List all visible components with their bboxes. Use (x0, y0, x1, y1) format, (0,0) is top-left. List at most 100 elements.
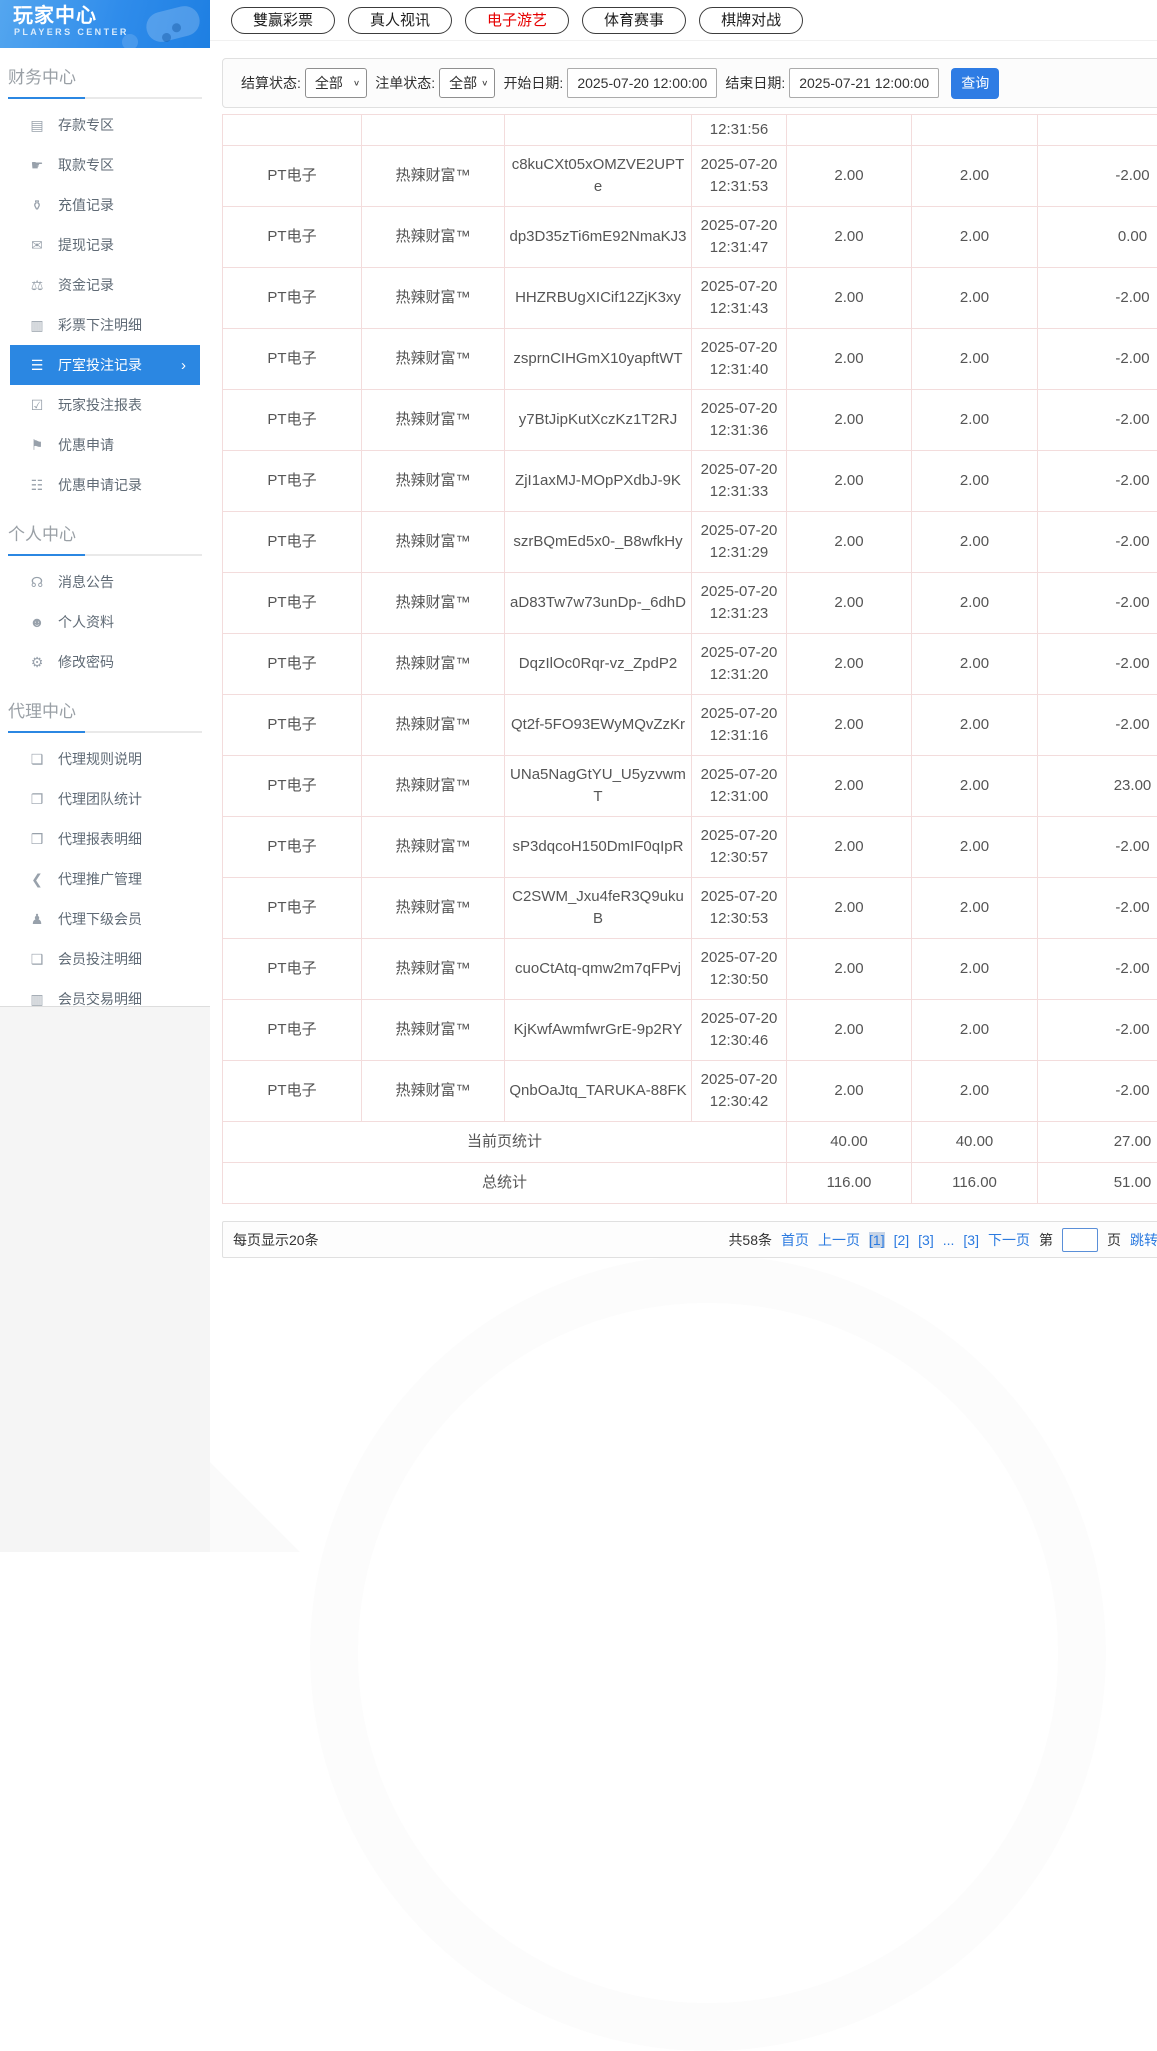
sidebar-item[interactable]: ☑ 玩家投注报表 (0, 385, 210, 425)
agent-report-details-icon: ❒ (28, 831, 46, 848)
cell-valid-amount: 2.00 (912, 878, 1038, 939)
table-row: PT电子 热辣财富™ cuoCtAtq-qmw2m7qFPvj 2025-07-… (223, 939, 1157, 1000)
sidebar-item[interactable]: ❮ 代理推广管理 (0, 859, 210, 899)
order-status-value: 全部 (449, 73, 477, 93)
jump-button[interactable]: 跳转 (1130, 1230, 1157, 1250)
cell-valid-amount: 2.00 (912, 1061, 1038, 1122)
cell-platform: PT电子 (223, 878, 362, 939)
lottery-bet-details-icon: ▥ (28, 317, 46, 334)
cell-valid-amount: 2.00 (912, 329, 1038, 390)
cell-winloss: -2.00 (1038, 878, 1157, 939)
sidebar-item[interactable]: ⚱ 充值记录 (0, 185, 210, 225)
sidebar-item[interactable]: ❐ 代理团队统计 (0, 779, 210, 819)
jump-page-input[interactable] (1062, 1228, 1098, 1252)
first-page-link[interactable]: 首页 (781, 1230, 809, 1250)
sidebar-item-label: 代理下级会员 (58, 909, 142, 929)
sidebar-item-label: 个人资料 (58, 612, 114, 632)
watermark-triangle (210, 1462, 300, 1552)
order-status-label: 注单状态: (375, 73, 435, 93)
sidebar-item[interactable]: ▥ 彩票下注明细 (0, 305, 210, 345)
page-number-link[interactable]: [2] (894, 1232, 910, 1248)
sidebar-item[interactable]: ⚖ 资金记录 (0, 265, 210, 305)
cell-order-id: y7BtJipKutXczKz1T2RJ (505, 390, 692, 451)
member-transaction-details-icon: ▥ (28, 991, 46, 1008)
sidebar-item-label: 优惠申请记录 (58, 475, 142, 495)
total-summary-bet: 116.00 (787, 1163, 912, 1204)
cell-bet-amount: 2.00 (787, 573, 912, 634)
cell-datetime: 2025-07-20 12:31:16 (692, 695, 787, 756)
sidebar-section: 财务中心 ▤ 存款专区 ☛ 取款专区 ⚱ 充值记录 ✉ 提现记录 ⚖ 资金记录 … (0, 63, 210, 505)
filter-bar: 结算状态: 全部 ∨ 注单状态: 全部 ∨ 开始日期: 结束日期: 查询 (222, 58, 1157, 108)
cell-bet-amount: 2.00 (787, 817, 912, 878)
query-button[interactable]: 查询 (951, 68, 999, 99)
cell-bet-amount: 2.00 (787, 390, 912, 451)
sidebar-item[interactable]: ♟ 代理下级会员 (0, 899, 210, 939)
sidebar-item-label: 资金记录 (58, 275, 114, 295)
cell-valid-amount: 2.00 (912, 146, 1038, 207)
sidebar-item[interactable]: ▥ 会员交易明细 (0, 979, 210, 1019)
agent-rules-document-icon: ❏ (28, 751, 46, 768)
cell-order-id: aD83Tw7w73unDp-_6dhD (505, 573, 692, 634)
cell-winloss: -2.00 (1038, 817, 1157, 878)
cell-order-id: HHZRBUgXICif12ZjK3xy (505, 268, 692, 329)
sidebar-item[interactable]: ☛ 取款专区 (0, 145, 210, 185)
end-date-input[interactable] (789, 68, 939, 98)
settle-status-select[interactable]: 全部 ∨ (305, 68, 367, 98)
sidebar-item[interactable]: ☊ 消息公告 (0, 562, 210, 602)
settle-status-value: 全部 (315, 73, 343, 93)
start-date-input[interactable] (567, 68, 717, 98)
cell-platform: PT电子 (223, 756, 362, 817)
page-number-link[interactable]: ... (943, 1232, 955, 1248)
cell-datetime: 2025-07-20 12:31:23 (692, 573, 787, 634)
game-category-tab[interactable]: 体育赛事 (582, 7, 686, 34)
cell-winloss: -2.00 (1038, 146, 1157, 207)
cell-datetime: 2025-07-20 12:31:20 (692, 634, 787, 695)
next-page-link[interactable]: 下一页 (988, 1230, 1030, 1250)
game-category-tab[interactable]: 电子游艺 (465, 7, 569, 34)
sidebar-item[interactable]: ▤ 存款专区 (0, 105, 210, 145)
cell-game: 热辣财富™ (362, 756, 505, 817)
section-underline (8, 554, 202, 556)
sidebar-item[interactable]: ❏ 代理规则说明 (0, 739, 210, 779)
table-row-clipped: 12:31:56 (223, 115, 1157, 146)
cell-datetime: 2025-07-20 12:31:00 (692, 756, 787, 817)
cell-game: 热辣财富™ (362, 207, 505, 268)
table-row: PT电子 热辣财富™ Qt2f-5FO93EWyMQvZzKr 2025-07-… (223, 695, 1157, 756)
pagination-bar: 每页显示20条 共58条 首页 上一页 [1] [2] [3] ... [3] … (222, 1221, 1157, 1258)
cell-game: 热辣财富™ (362, 878, 505, 939)
page-summary-bet: 40.00 (787, 1122, 912, 1163)
section-underline (8, 97, 202, 99)
order-status-select[interactable]: 全部 ∨ (439, 68, 495, 98)
sidebar-item-label: 存款专区 (58, 115, 114, 135)
sidebar-item[interactable]: ✉ 提现记录 (0, 225, 210, 265)
sidebar-item[interactable]: ❒ 代理报表明细 (0, 819, 210, 859)
sidebar-item[interactable]: ☰ 厅室投注记录 › (10, 345, 200, 385)
cell-valid-amount: 2.00 (912, 817, 1038, 878)
page-number-link[interactable]: [3] (963, 1232, 979, 1248)
agent-promotion-share-icon: ❮ (28, 871, 46, 888)
prev-page-link[interactable]: 上一页 (818, 1230, 860, 1250)
clipped-row-time: 12:31:56 (692, 115, 787, 146)
cell-platform: PT电子 (223, 451, 362, 512)
sidebar-item-label: 玩家投注报表 (58, 395, 142, 415)
page-number-link[interactable]: [3] (918, 1232, 934, 1248)
cell-bet-amount: 2.00 (787, 512, 912, 573)
cell-order-id: sP3dqcoH150DmIF0qIpR (505, 817, 692, 878)
cell-datetime: 2025-07-20 12:30:42 (692, 1061, 787, 1122)
brand-header: 玩家中心 PLAYERS CENTER (0, 0, 210, 48)
sidebar-item[interactable]: ☻ 个人资料 (0, 602, 210, 642)
sidebar-items: ❏ 代理规则说明 ❐ 代理团队统计 ❒ 代理报表明细 ❮ 代理推广管理 ♟ 代理… (0, 739, 210, 1019)
sidebar-item[interactable]: ❑ 会员投注明细 (0, 939, 210, 979)
game-category-tab[interactable]: 真人视讯 (348, 7, 452, 34)
sidebar-item[interactable]: ⚑ 优惠申请 (0, 425, 210, 465)
game-category-tab[interactable]: 棋牌对战 (699, 7, 803, 34)
sidebar-footer-area (0, 1007, 210, 1552)
game-category-tab[interactable]: 雙赢彩票 (231, 7, 335, 34)
cell-game: 热辣财富™ (362, 146, 505, 207)
sidebar-item[interactable]: ☷ 优惠申请记录 (0, 465, 210, 505)
table-row: PT电子 热辣财富™ aD83Tw7w73unDp-_6dhD 2025-07-… (223, 573, 1157, 634)
page-number-link[interactable]: [1] (869, 1232, 885, 1248)
cell-order-id: Qt2f-5FO93EWyMQvZzKr (505, 695, 692, 756)
sidebar-item[interactable]: ⚙ 修改密码 (0, 642, 210, 682)
cell-winloss: -2.00 (1038, 634, 1157, 695)
